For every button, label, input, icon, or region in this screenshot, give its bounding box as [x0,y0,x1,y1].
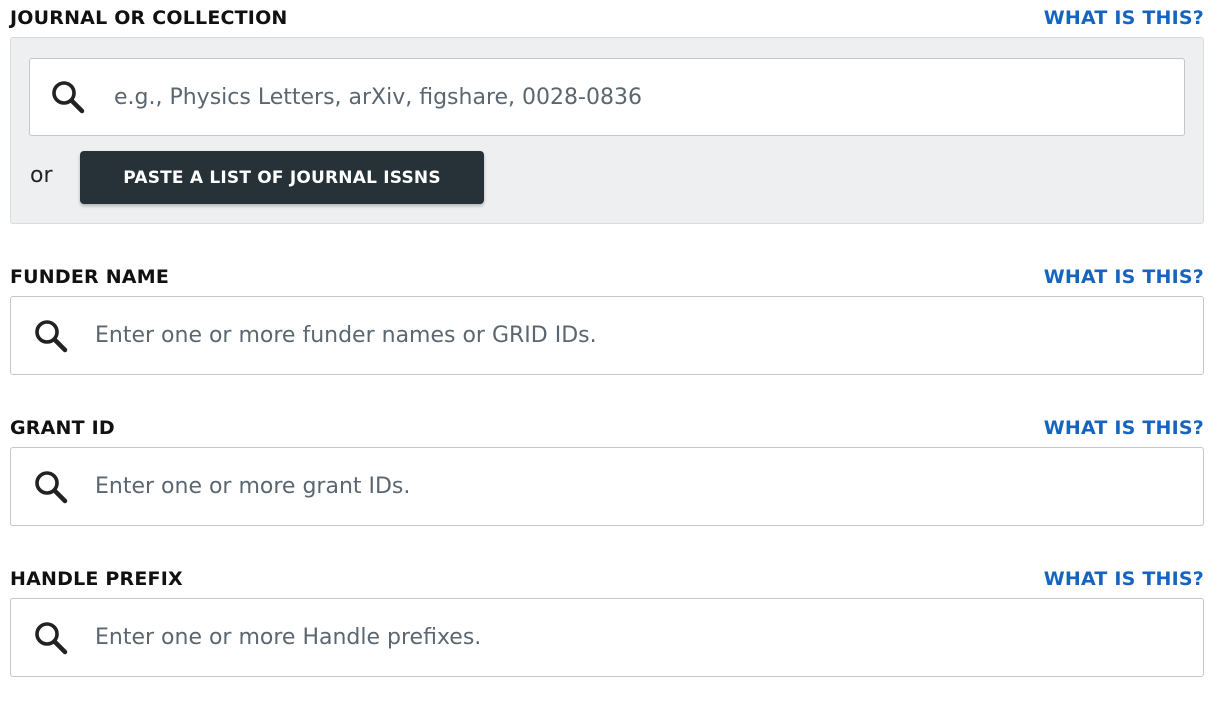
handle-section-header: HANDLE PREFIX WHAT IS THIS? [10,567,1204,591]
handle-section-title: HANDLE PREFIX [10,568,183,590]
grant-search-input[interactable] [95,448,1203,525]
journal-section-header: JOURNAL OR COLLECTION WHAT IS THIS? [10,6,1204,30]
journal-panel: or PASTE A LIST OF JOURNAL ISSNS [10,37,1204,224]
handle-search-input[interactable] [95,599,1203,676]
search-icon [31,467,71,507]
funder-search-field[interactable] [10,296,1204,375]
grant-what-is-this-link[interactable]: WHAT IS THIS? [1044,417,1204,439]
funder-search-input[interactable] [95,297,1203,374]
journal-search-input[interactable] [114,59,1184,135]
grant-section-title: GRANT ID [10,417,115,439]
handle-what-is-this-link[interactable]: WHAT IS THIS? [1044,568,1204,590]
handle-search-field[interactable] [10,598,1204,677]
journal-what-is-this-link[interactable]: WHAT IS THIS? [1044,7,1204,29]
paste-issns-button[interactable]: PASTE A LIST OF JOURNAL ISSNS [80,151,484,204]
funder-section-title: FUNDER NAME [10,266,169,288]
funder-what-is-this-link[interactable]: WHAT IS THIS? [1044,266,1204,288]
search-filters-page: JOURNAL OR COLLECTION WHAT IS THIS? or P… [0,0,1218,724]
grant-search-field[interactable] [10,447,1204,526]
funder-section-header: FUNDER NAME WHAT IS THIS? [10,265,1204,289]
or-label: or [30,163,53,188]
journal-search-field[interactable] [29,58,1185,136]
search-icon [48,77,88,117]
journal-section-title: JOURNAL OR COLLECTION [10,7,288,29]
search-icon [31,618,71,658]
grant-section-header: GRANT ID WHAT IS THIS? [10,416,1204,440]
search-icon [31,316,71,356]
